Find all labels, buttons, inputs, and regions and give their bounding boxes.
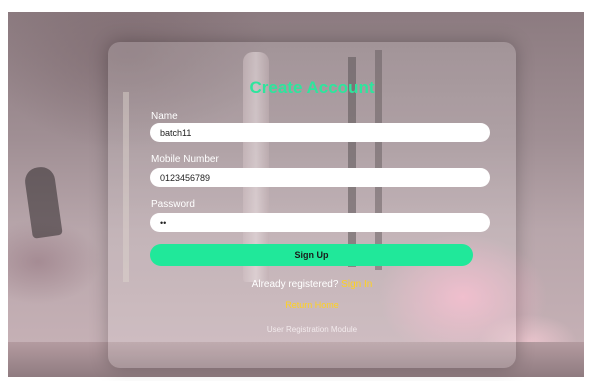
name-input[interactable] xyxy=(150,123,490,142)
password-label: Password xyxy=(151,199,195,210)
name-label: Name xyxy=(151,111,178,122)
page-title: Create Account xyxy=(249,78,375,97)
return-home-link[interactable]: Return Home xyxy=(285,300,339,310)
return-home-line: Return Home xyxy=(108,300,516,310)
registration-card: Create Account Name Mobile Number Passwo… xyxy=(108,42,516,368)
mobile-label: Mobile Number xyxy=(151,154,219,165)
already-registered-text: Already registered? xyxy=(251,279,339,290)
already-registered-line: Already registered? Sign In xyxy=(108,279,516,290)
mobile-input[interactable] xyxy=(150,168,490,187)
sign-up-button[interactable]: Sign Up xyxy=(150,244,473,266)
password-input[interactable] xyxy=(150,213,490,232)
sign-in-link[interactable]: Sign In xyxy=(341,279,372,290)
background-brush xyxy=(23,165,63,239)
module-caption: User Registration Module xyxy=(266,325,358,334)
